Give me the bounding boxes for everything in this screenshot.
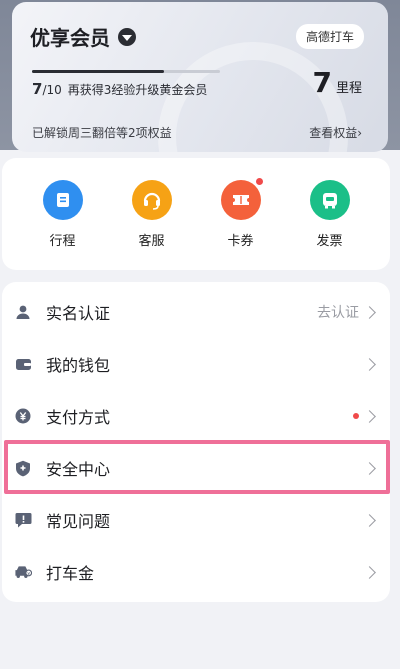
wallet-icon <box>14 355 32 373</box>
menu-label: 实名认证 <box>46 304 111 323</box>
mileage-points[interactable]: 7 里程 <box>313 66 363 99</box>
service-tag[interactable]: 高德打车 <box>295 24 364 49</box>
benefits-text: 已解锁周三翻倍等2项权益 <box>32 126 172 140</box>
member-title[interactable]: 优享会员 <box>30 22 136 51</box>
exp-progress-fill <box>32 70 164 73</box>
menu-right <box>363 357 376 371</box>
quick-label: 发票 <box>316 233 343 249</box>
chevron-right-icon <box>363 305 376 319</box>
menu-item-security[interactable]: 安全中心 <box>2 442 390 494</box>
quick-item-coupons[interactable]: 卡券 <box>208 177 274 249</box>
menu-label: 打车金 <box>46 564 95 583</box>
quick-label: 行程 <box>49 233 76 249</box>
menu-item-payment[interactable]: 支付方式 <box>2 390 390 442</box>
menu-item-real-name[interactable]: 实名认证 去认证 <box>2 286 390 338</box>
exp-progress-bar <box>32 70 220 73</box>
invoice-icon <box>309 179 350 220</box>
menu-right <box>363 461 376 475</box>
menu-label: 安全中心 <box>46 460 111 479</box>
new-badge-dot <box>255 177 263 185</box>
quick-item-invoice[interactable]: 发票 <box>297 179 363 249</box>
notification-dot <box>353 413 359 419</box>
menu-label: 支付方式 <box>46 408 111 427</box>
menu-right: 去认证 <box>317 302 376 322</box>
menu-item-taxi-fund[interactable]: ¥ 打车金 <box>2 546 390 598</box>
mileage-value: 7 <box>312 66 332 99</box>
quick-item-service[interactable]: 客服 <box>119 179 185 249</box>
chevron-right-icon <box>363 513 376 527</box>
menu-item-faq[interactable]: 常见问题 <box>2 494 390 546</box>
chevron-right-icon <box>363 565 376 579</box>
menu-right <box>363 513 376 527</box>
mileage-unit: 里程 <box>335 81 362 96</box>
quick-label: 卡券 <box>227 233 254 249</box>
member-level-label: 优享会员 <box>30 26 110 50</box>
chevron-right-icon <box>363 409 376 423</box>
quick-label: 客服 <box>138 233 165 249</box>
menu-label: 常见问题 <box>46 512 111 531</box>
exp-description: 再获得3经验升级黄金会员 <box>67 83 208 97</box>
menu-right <box>353 409 376 423</box>
shield-icon <box>14 459 32 477</box>
exp-progress-text: 7/10 再获得3经验升级黄金会员 <box>32 80 207 98</box>
menu-label: 我的钱包 <box>46 356 111 375</box>
chevron-right-icon <box>363 461 376 475</box>
svg-text:¥: ¥ <box>27 571 30 577</box>
ticket-icon <box>220 177 263 220</box>
quick-actions: 行程 客服 卡券 发票 <box>2 158 390 270</box>
member-card[interactable]: 优享会员 高德打车 7/10 再获得3经验升级黄金会员 7 里程 已解锁周三翻倍… <box>12 2 388 152</box>
verify-hint: 去认证 <box>317 305 359 321</box>
benefits-row: 已解锁周三翻倍等2项权益 查看权益› <box>32 124 362 141</box>
settings-menu: 实名认证 去认证 我的钱包 支付方式 安全中心 常见问题 ¥ 打车金 <box>2 282 390 602</box>
payment-icon <box>14 407 32 425</box>
menu-item-wallet[interactable]: 我的钱包 <box>2 338 390 390</box>
quick-item-itinerary[interactable]: 行程 <box>30 179 96 249</box>
chevron-down-icon[interactable] <box>118 27 136 46</box>
itinerary-icon <box>42 179 83 220</box>
view-benefits-link[interactable]: 查看权益› <box>309 124 362 141</box>
taxi-fund-icon: ¥ <box>14 563 32 581</box>
exp-ratio: 7/10 <box>32 80 62 98</box>
chevron-right-icon <box>363 357 376 371</box>
user-icon <box>14 303 32 321</box>
headset-icon <box>131 179 172 220</box>
faq-icon <box>14 511 32 529</box>
menu-right <box>363 565 376 579</box>
